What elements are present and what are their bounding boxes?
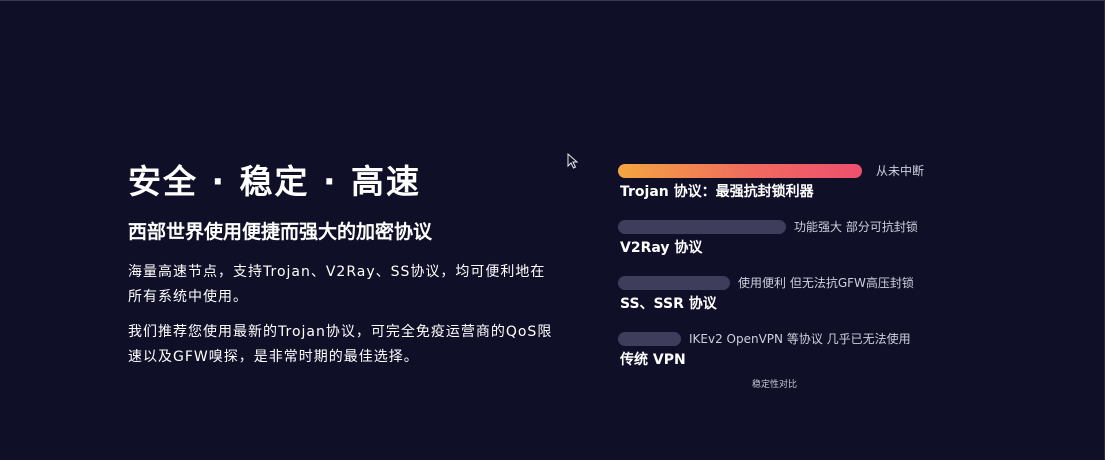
chart-row: 功能强大 部分可抗封锁 V2Ray 协议 bbox=[618, 218, 948, 274]
bar-annotation: 功能强大 部分可抗封锁 bbox=[794, 220, 918, 234]
bar-label: Trojan 协议：最强抗封锁利器 bbox=[620, 184, 814, 200]
stability-chart: 从未中断 Trojan 协议：最强抗封锁利器功能强大 部分可抗封锁 V2Ray 协议… bbox=[618, 162, 948, 386]
bar-annotation: 从未中断 bbox=[876, 164, 925, 178]
chart-caption: 稳定性对比 bbox=[752, 380, 798, 390]
bar-track bbox=[618, 164, 862, 178]
bar-line: IKEv2 OpenVPN 等协议 几乎已无法使用 bbox=[618, 330, 948, 348]
hero-text: 安全 · 稳定 · 高速 西部世界使用便捷而强大的加密协议 海量高速节点，支持T… bbox=[128, 160, 558, 370]
chart-bar bbox=[618, 276, 730, 290]
subheadline: 西部世界使用便捷而强大的加密协议 bbox=[128, 221, 433, 243]
bar-label: 传统 VPN bbox=[620, 352, 686, 368]
bar-annotation: IKEv2 OpenVPN 等协议 几乎已无法使用 bbox=[689, 332, 911, 346]
bar-label: V2Ray 协议 bbox=[620, 240, 703, 256]
bar-line: 功能强大 部分可抗封锁 bbox=[618, 218, 948, 236]
top-divider bbox=[0, 0, 1105, 1]
bar-annotation: 使用便利 但无法抗GFW高压封锁 bbox=[738, 276, 914, 290]
chart-bar bbox=[618, 164, 862, 178]
chart-row: 从未中断 Trojan 协议：最强抗封锁利器 bbox=[618, 162, 948, 218]
mouse-cursor-icon bbox=[567, 153, 579, 169]
chart-bar bbox=[618, 220, 786, 234]
chart-row: 使用便利 但无法抗GFW高压封锁 SS、SSR 协议 bbox=[618, 274, 948, 330]
bar-line: 使用便利 但无法抗GFW高压封锁 bbox=[618, 274, 948, 292]
bar-label: SS、SSR 协议 bbox=[620, 296, 717, 312]
page: 安全 · 稳定 · 高速 西部世界使用便捷而强大的加密协议 海量高速节点，支持T… bbox=[0, 0, 1105, 460]
feature-paragraph: 海量高速节点，支持Trojan、V2Ray、SS协议，均可便利地在所有系统中使用… bbox=[128, 264, 546, 305]
headline: 安全 · 稳定 · 高速 bbox=[128, 162, 422, 201]
recommendation-paragraph: 我们推荐您使用最新的Trojan协议，可完全免疫运营商的QoS限速以及GFW嗅探… bbox=[128, 324, 553, 365]
bar-line: 从未中断 bbox=[618, 162, 948, 180]
chart-bar bbox=[618, 332, 681, 346]
